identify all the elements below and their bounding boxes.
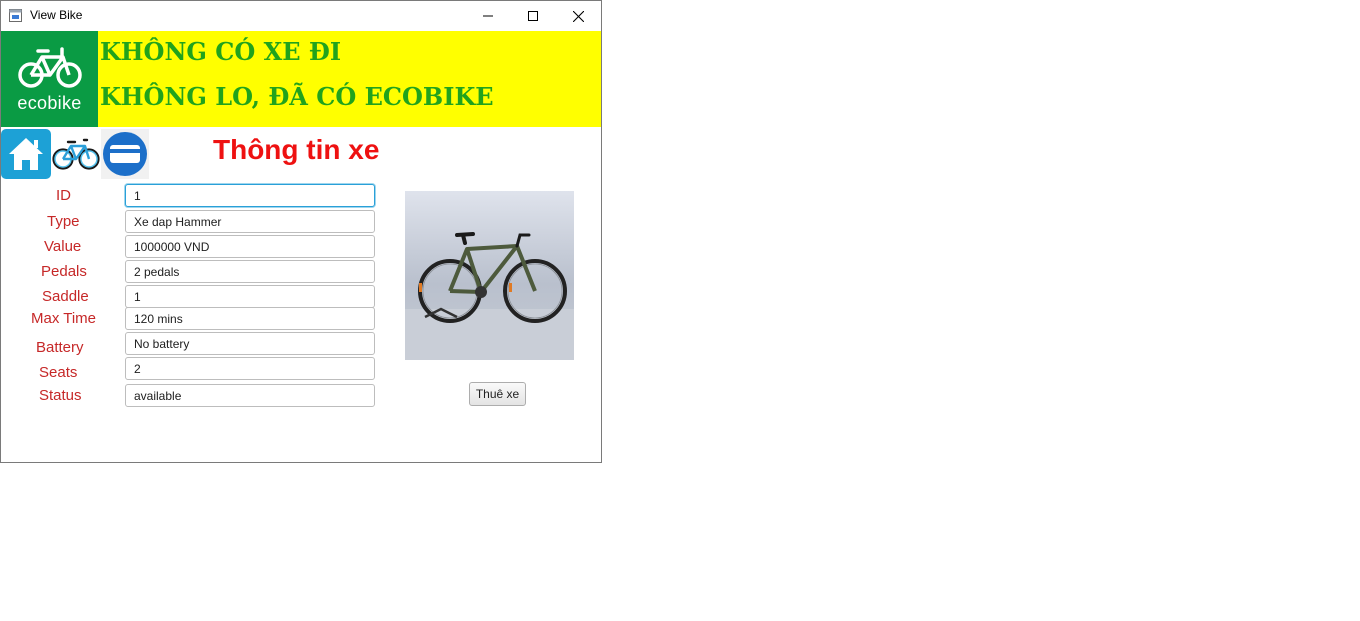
label-value: Value xyxy=(44,238,82,255)
ecobike-logo: ecobike xyxy=(1,31,98,127)
label-status: Status xyxy=(39,387,82,404)
header-banner: ecobike KHÔNG CÓ XE ĐI KHÔNG LO, ĐÃ CÓ E… xyxy=(1,31,601,127)
rent-bike-button[interactable]: Thuê xe xyxy=(469,382,526,406)
logo-text: ecobike xyxy=(17,93,82,113)
home-icon xyxy=(1,129,51,179)
id-field[interactable] xyxy=(125,184,375,207)
status-field[interactable] xyxy=(125,384,375,407)
bike-photo xyxy=(405,191,574,360)
logo-bicycle-icon xyxy=(18,47,82,88)
title-bar[interactable]: View Bike xyxy=(1,1,601,31)
view-bike-window: View Bike ecobike KHÔNG CÓ XE ĐI KHÔNG L… xyxy=(0,0,602,463)
seats-field[interactable] xyxy=(125,357,375,380)
type-field[interactable] xyxy=(125,210,375,233)
value-field[interactable] xyxy=(125,235,375,258)
label-max-time: Max Time xyxy=(31,310,97,327)
slogan-line-2: KHÔNG LO, ĐÃ CÓ ECOBIKE xyxy=(100,82,494,111)
maximize-button[interactable] xyxy=(510,1,556,31)
minimize-icon xyxy=(483,15,493,17)
label-id: ID xyxy=(56,187,71,204)
saddle-field[interactable] xyxy=(125,285,375,308)
label-seats: Seats xyxy=(39,364,78,381)
bicycle-icon xyxy=(52,138,100,170)
page-title: Thông tin xe xyxy=(213,134,380,165)
window-title: View Bike xyxy=(30,8,83,22)
label-saddle: Saddle xyxy=(42,288,89,305)
battery-field[interactable] xyxy=(125,332,375,355)
nav-bike-button[interactable] xyxy=(51,129,101,179)
label-battery: Battery xyxy=(36,339,84,356)
label-pedals: Pedals xyxy=(41,263,87,280)
max-time-field[interactable] xyxy=(125,307,375,330)
close-button[interactable] xyxy=(555,1,601,31)
card-icon xyxy=(101,129,149,179)
close-icon xyxy=(572,10,584,22)
app-window-icon xyxy=(9,9,22,22)
minimize-button[interactable] xyxy=(465,1,511,31)
label-type: Type xyxy=(47,213,80,230)
pedals-field[interactable] xyxy=(125,260,375,283)
nav-card-button[interactable] xyxy=(101,129,149,179)
nav-home-button[interactable] xyxy=(1,129,51,179)
maximize-icon xyxy=(528,11,538,21)
slogan-line-1: KHÔNG CÓ XE ĐI xyxy=(100,37,342,66)
